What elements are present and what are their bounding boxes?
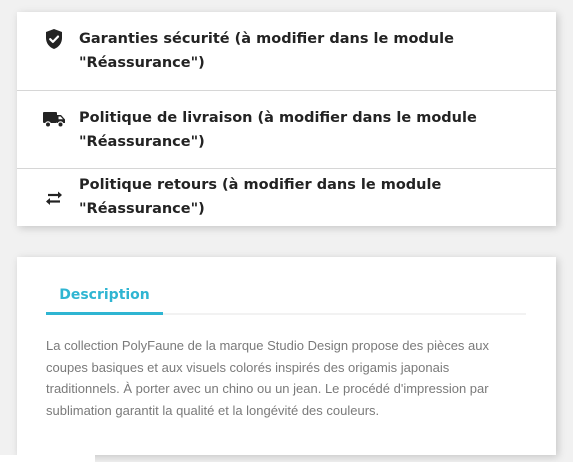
- reassurance-label-delivery: Politique de livraison (à modifier dans …: [79, 109, 477, 150]
- reassurance-label-returns: Politique retours (à modifier dans le mo…: [79, 176, 442, 217]
- reassurance-block: Garanties sécurité (à modifier dans le m…: [17, 12, 556, 226]
- page: Garanties sécurité (à modifier dans le m…: [0, 0, 573, 462]
- swap-arrows-icon: [46, 191, 62, 205]
- reassurance-item-returns: Politique retours (à modifier dans le mo…: [17, 168, 556, 224]
- product-description: La collection PolyFaune de la marque Stu…: [46, 338, 489, 418]
- tabs-nav: Description: [46, 279, 526, 315]
- reassurance-label-security: Garanties sécurité (à modifier dans le m…: [79, 31, 454, 71]
- product-tabs-block: Description La collection PolyFaune de l…: [17, 257, 556, 455]
- truck-icon: [43, 112, 65, 128]
- shield-check-icon: [46, 29, 62, 49]
- tab-description[interactable]: Description: [46, 279, 163, 315]
- reassurance-item-delivery: Politique de livraison (à modifier dans …: [17, 90, 556, 168]
- bottom-strip: [0, 455, 95, 462]
- reassurance-item-security: Garanties sécurité (à modifier dans le m…: [17, 12, 556, 90]
